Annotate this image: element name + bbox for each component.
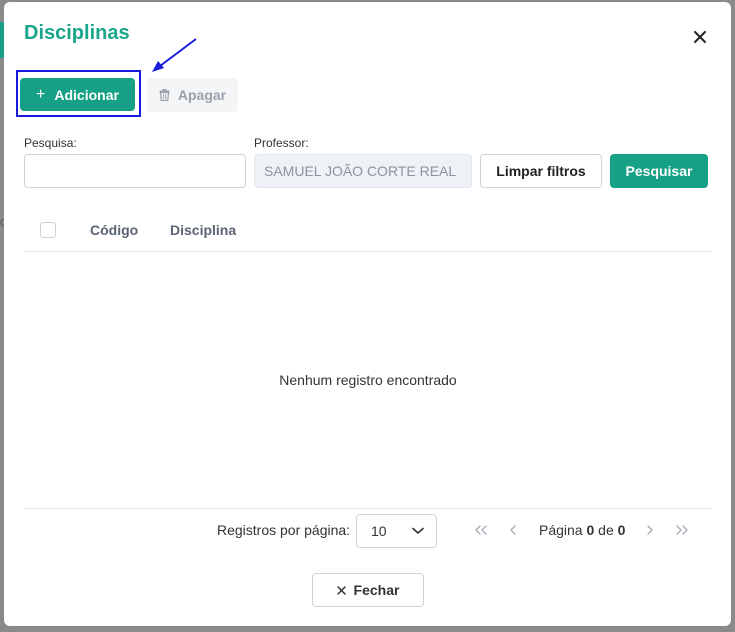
- rows-per-page-value: 10: [371, 523, 387, 539]
- divider: [24, 508, 712, 509]
- total-pages: 0: [617, 522, 626, 538]
- double-chevron-left-icon: [475, 525, 487, 535]
- annotation-arrow-icon: [152, 38, 197, 72]
- modal-title: Disciplinas: [24, 22, 130, 44]
- rows-per-page-label: Registros por página:: [217, 522, 351, 538]
- column-header-codigo[interactable]: Código: [90, 222, 138, 238]
- table-header: Código Disciplina: [24, 208, 712, 252]
- page-indicator: Página 0 de 0: [539, 522, 625, 538]
- professor-label: Professor:: [254, 136, 309, 150]
- professor-field: [254, 154, 472, 188]
- empty-message: Nenhum registro encontrado: [279, 372, 457, 388]
- rows-per-page-select[interactable]: 10: [356, 514, 437, 548]
- select-all-checkbox[interactable]: [40, 222, 56, 238]
- close-button-label: Fechar: [353, 582, 400, 598]
- page-prefix: Página: [539, 522, 583, 538]
- close-icon[interactable]: [690, 27, 710, 47]
- first-page-button[interactable]: [473, 522, 489, 538]
- last-page-button[interactable]: [674, 522, 690, 538]
- previous-page-button[interactable]: [505, 522, 521, 538]
- current-page: 0: [586, 522, 595, 538]
- close-icon: [336, 585, 346, 595]
- disciplinas-modal: Disciplinas + Adicionar Apagar Pesquisa:…: [4, 2, 731, 626]
- page-of-label: de: [598, 522, 614, 538]
- add-button[interactable]: + Adicionar: [20, 78, 135, 111]
- delete-button[interactable]: Apagar: [147, 78, 238, 112]
- search-button[interactable]: Pesquisar: [610, 154, 708, 188]
- double-chevron-right-icon: [676, 525, 688, 535]
- column-header-disciplina[interactable]: Disciplina: [170, 222, 236, 238]
- search-label: Pesquisa:: [24, 136, 77, 150]
- add-button-label: Adicionar: [54, 86, 119, 103]
- trash-icon: [159, 89, 170, 101]
- chevron-down-icon: [412, 527, 424, 534]
- close-button[interactable]: Fechar: [312, 573, 424, 607]
- chevron-left-icon: [510, 525, 516, 535]
- clear-filters-button[interactable]: Limpar filtros: [480, 154, 602, 188]
- search-input[interactable]: [24, 154, 246, 188]
- chevron-right-icon: [647, 525, 653, 535]
- next-page-button[interactable]: [642, 522, 658, 538]
- delete-button-label: Apagar: [177, 87, 227, 103]
- plus-icon: +: [36, 85, 46, 103]
